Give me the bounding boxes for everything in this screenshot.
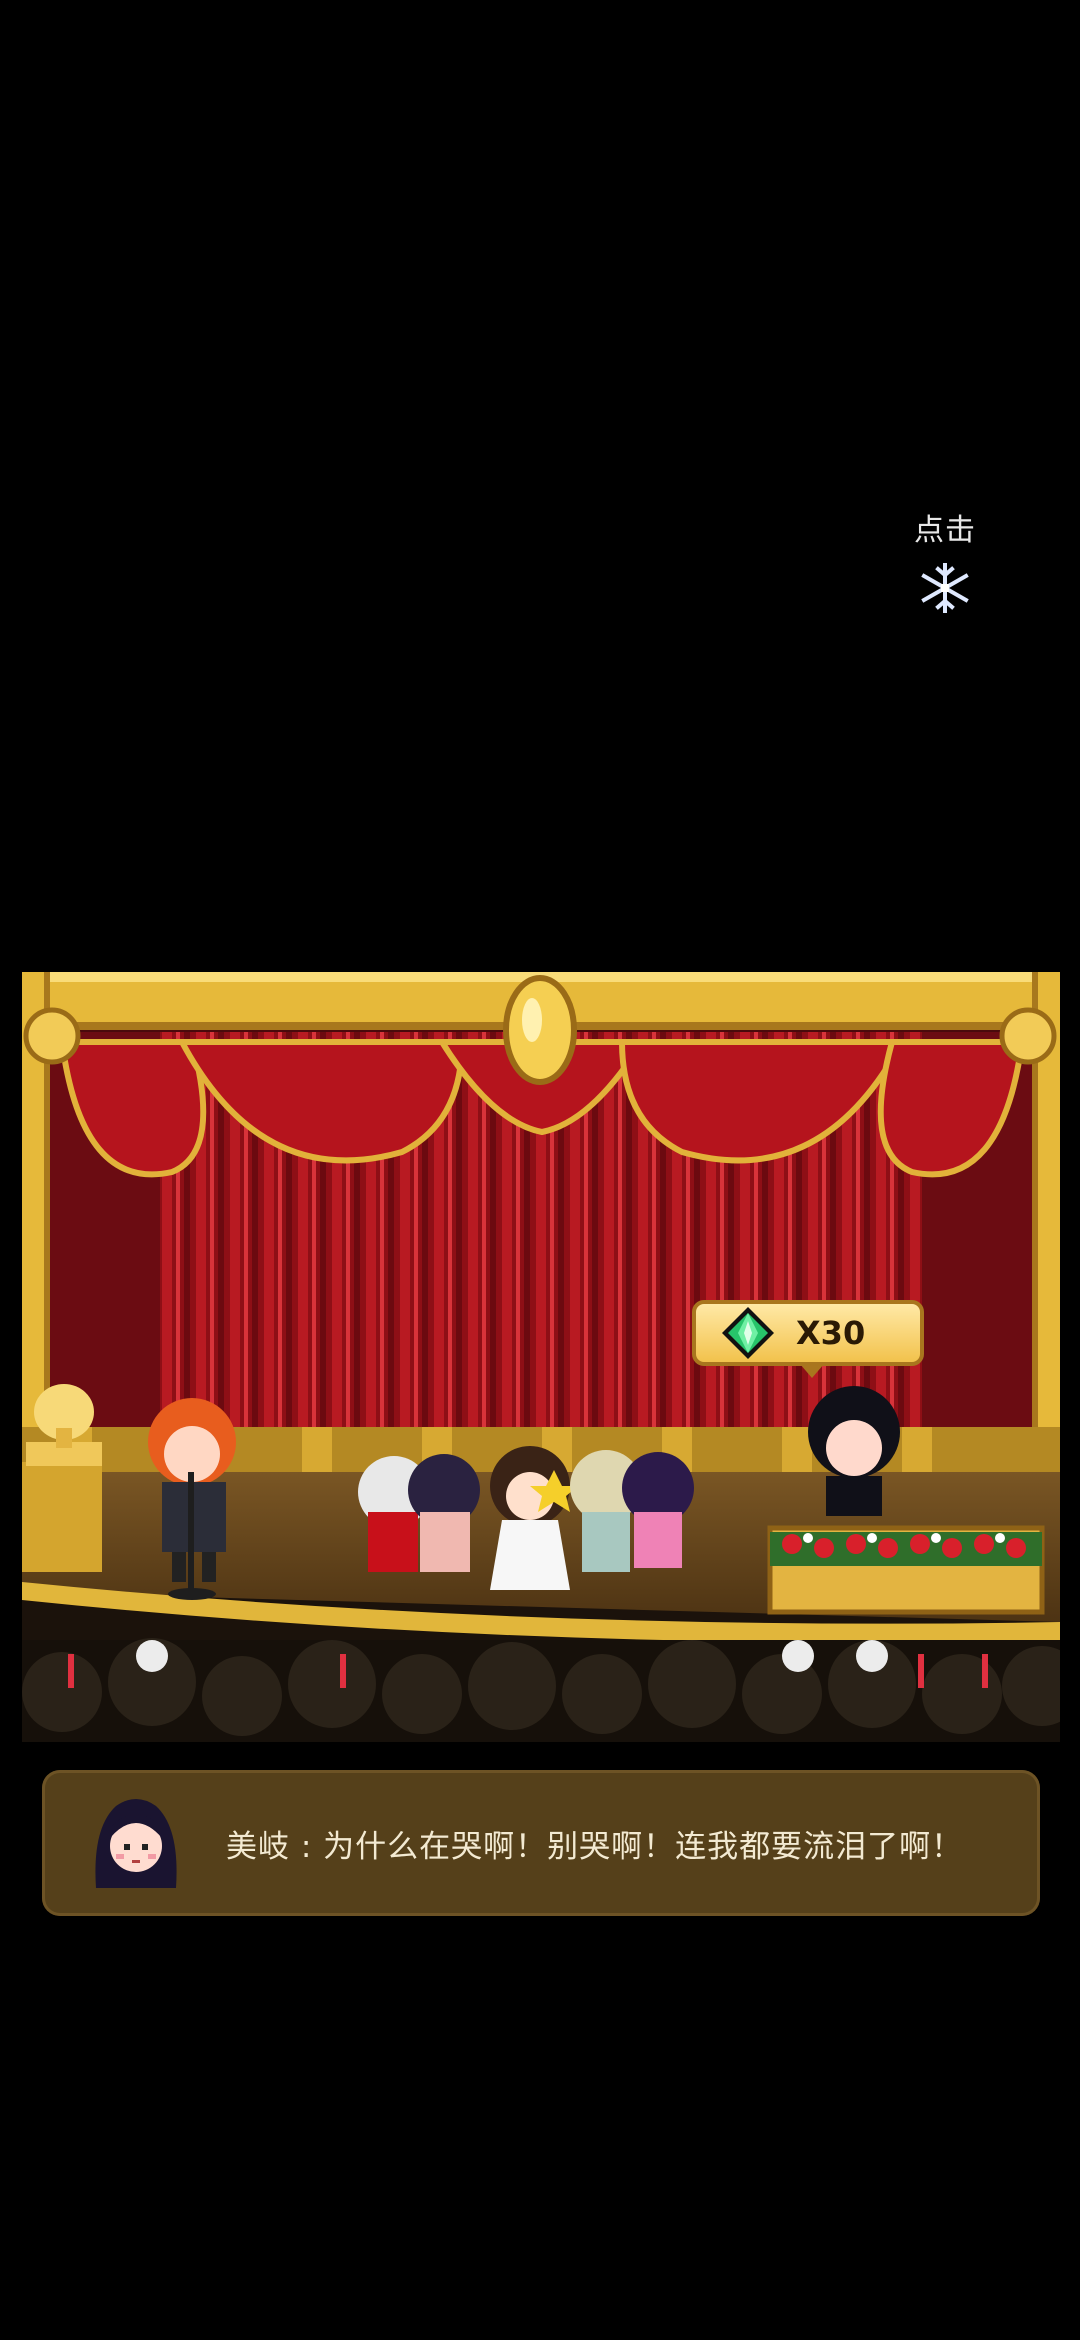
- tap-hint[interactable]: 点击: [900, 505, 990, 615]
- dialogue-box[interactable]: 美岐 : 为什么在哭啊！别哭啊！连我都要流泪了啊！: [42, 1770, 1040, 1916]
- speaker-portrait-icon: [95, 1799, 177, 1888]
- reward-amount: X30: [796, 1314, 866, 1352]
- tap-hint-label: 点击: [914, 513, 976, 548]
- snowflake-icon: [921, 563, 969, 613]
- flower-podium: [767, 1525, 1045, 1615]
- green-gem-icon: [722, 1307, 774, 1359]
- reward-bubble: X30: [692, 1300, 924, 1378]
- dialogue-text: 美岐 : 为什么在哭啊！别哭啊！连我都要流泪了啊！: [226, 1828, 964, 1865]
- game-screen[interactable]: 点击 X30 美岐: 为什么在哭啊！别哭啊！连我都要流泪了啊！: [0, 0, 1080, 2340]
